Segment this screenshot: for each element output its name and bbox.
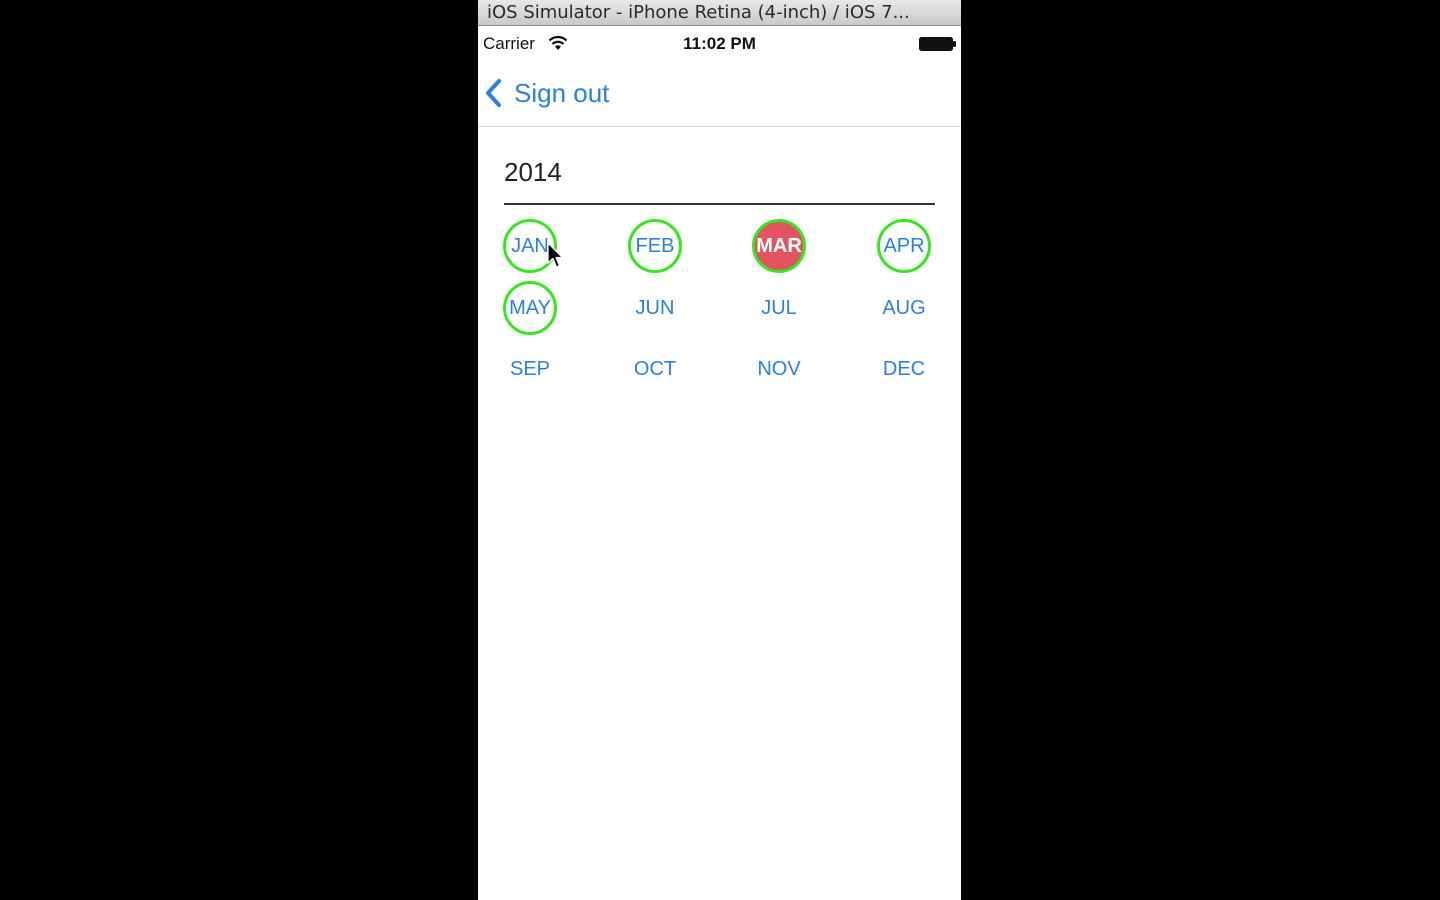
month-aug[interactable]: AUG [877, 281, 931, 335]
chevron-left-icon [486, 79, 501, 107]
mouse-cursor-icon [547, 242, 564, 268]
month-jul[interactable]: JUL [752, 281, 806, 335]
month-oct[interactable]: OCT [628, 342, 682, 396]
sign-out-label: Sign out [514, 77, 610, 108]
status-bar: Carrier 11:02 PM [478, 27, 961, 60]
month-sep[interactable]: SEP [503, 342, 557, 396]
status-time: 11:02 PM [683, 34, 756, 53]
month-apr[interactable]: APR [877, 219, 931, 273]
month-feb[interactable]: FEB [628, 219, 682, 273]
window-title: iOS Simulator - iPhone Retina (4-inch) /… [478, 0, 961, 26]
year-label: 2014 [504, 157, 562, 187]
month-dec[interactable]: DEC [877, 342, 931, 396]
year-header: 2014 [504, 152, 935, 205]
battery-icon [919, 37, 956, 51]
month-jun[interactable]: JUN [628, 281, 682, 335]
month-may[interactable]: MAY [503, 281, 557, 335]
month-nov[interactable]: NOV [752, 342, 806, 396]
month-mar[interactable]: MAR [752, 219, 806, 273]
navigation-bar: Sign out [478, 60, 961, 127]
sign-out-button[interactable]: Sign out [484, 74, 609, 112]
simulator-window: iOS Simulator - iPhone Retina (4-inch) /… [478, 0, 961, 900]
